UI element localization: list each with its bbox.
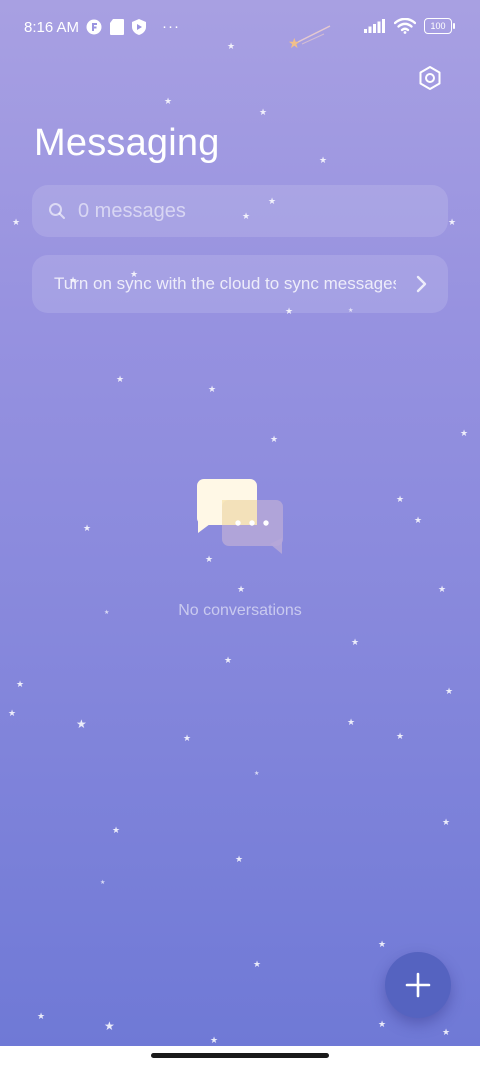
more-notifications-indicator: ··· xyxy=(162,18,180,35)
page-title: Messaging xyxy=(34,122,220,164)
star-decoration: ★ xyxy=(116,374,125,384)
cloud-sync-banner[interactable]: Turn on sync with the cloud to sync mess… xyxy=(32,255,448,313)
sd-card-icon xyxy=(110,18,124,35)
star-decoration: ★ xyxy=(254,771,260,777)
new-message-button[interactable] xyxy=(385,952,451,1018)
shield-icon xyxy=(132,18,146,35)
star-decoration: ★ xyxy=(351,637,360,647)
star-decoration: ★ xyxy=(237,584,246,594)
star-decoration: ★ xyxy=(83,523,92,533)
chevron-right-icon xyxy=(416,275,427,293)
star-decoration: ★ xyxy=(347,717,356,727)
status-bar: 8:16 AM ··· 100 xyxy=(0,0,480,56)
status-time: 8:16 AM xyxy=(24,19,80,36)
cloud-sync-text: Turn on sync with the cloud to sync mess… xyxy=(54,274,396,293)
star-decoration: ★ xyxy=(460,428,469,438)
star-decoration: ★ xyxy=(100,880,106,886)
star-decoration: ★ xyxy=(414,515,423,525)
battery-level: 100 xyxy=(430,21,446,31)
star-decoration: ★ xyxy=(104,1019,115,1033)
status-system-icons: 100 xyxy=(364,18,455,34)
search-placeholder: 0 messages xyxy=(78,199,186,222)
screen-background: ★ ★ ★ ★ ★ ★ ★ ★ ★ ★ ★ ★ ★ ★ ★ ★ ★ ★ ★ ★ … xyxy=(0,0,480,1046)
star-decoration: ★ xyxy=(448,217,457,227)
chat-bubbles-icon xyxy=(197,479,283,554)
star-decoration: ★ xyxy=(259,107,268,117)
star-decoration: ★ xyxy=(8,708,17,718)
star-decoration: ★ xyxy=(442,817,451,827)
star-decoration: ★ xyxy=(224,655,233,665)
home-indicator[interactable] xyxy=(151,1053,329,1058)
star-decoration: ★ xyxy=(396,494,405,504)
star-decoration: ★ xyxy=(319,155,328,165)
star-decoration: ★ xyxy=(183,733,192,743)
star-decoration: ★ xyxy=(235,854,244,864)
status-notification-icons: ··· xyxy=(86,18,180,35)
star-decoration: ★ xyxy=(445,686,454,696)
f-app-icon xyxy=(86,19,102,34)
battery-icon: 100 xyxy=(424,18,455,34)
star-decoration: ★ xyxy=(112,825,121,835)
wifi-icon xyxy=(394,18,416,34)
star-decoration: ★ xyxy=(253,959,262,969)
star-decoration: ★ xyxy=(270,434,279,444)
star-decoration: ★ xyxy=(438,584,447,594)
star-decoration: ★ xyxy=(37,1011,46,1021)
signal-icon xyxy=(364,19,385,33)
star-decoration: ★ xyxy=(76,717,87,731)
settings-icon[interactable] xyxy=(416,64,444,92)
search-icon xyxy=(49,203,65,219)
star-decoration: ★ xyxy=(12,217,21,227)
star-decoration: ★ xyxy=(16,679,25,689)
search-input[interactable]: 0 messages xyxy=(32,185,448,237)
star-decoration: ★ xyxy=(208,384,217,394)
star-decoration: ★ xyxy=(442,1027,451,1037)
star-decoration: ★ xyxy=(378,1019,387,1029)
star-decoration: ★ xyxy=(396,731,405,741)
star-decoration: ★ xyxy=(210,1035,219,1045)
plus-icon xyxy=(405,972,431,998)
star-decoration: ★ xyxy=(378,939,387,949)
empty-state-text: No conversations xyxy=(178,602,302,619)
star-decoration: ★ xyxy=(164,96,173,106)
